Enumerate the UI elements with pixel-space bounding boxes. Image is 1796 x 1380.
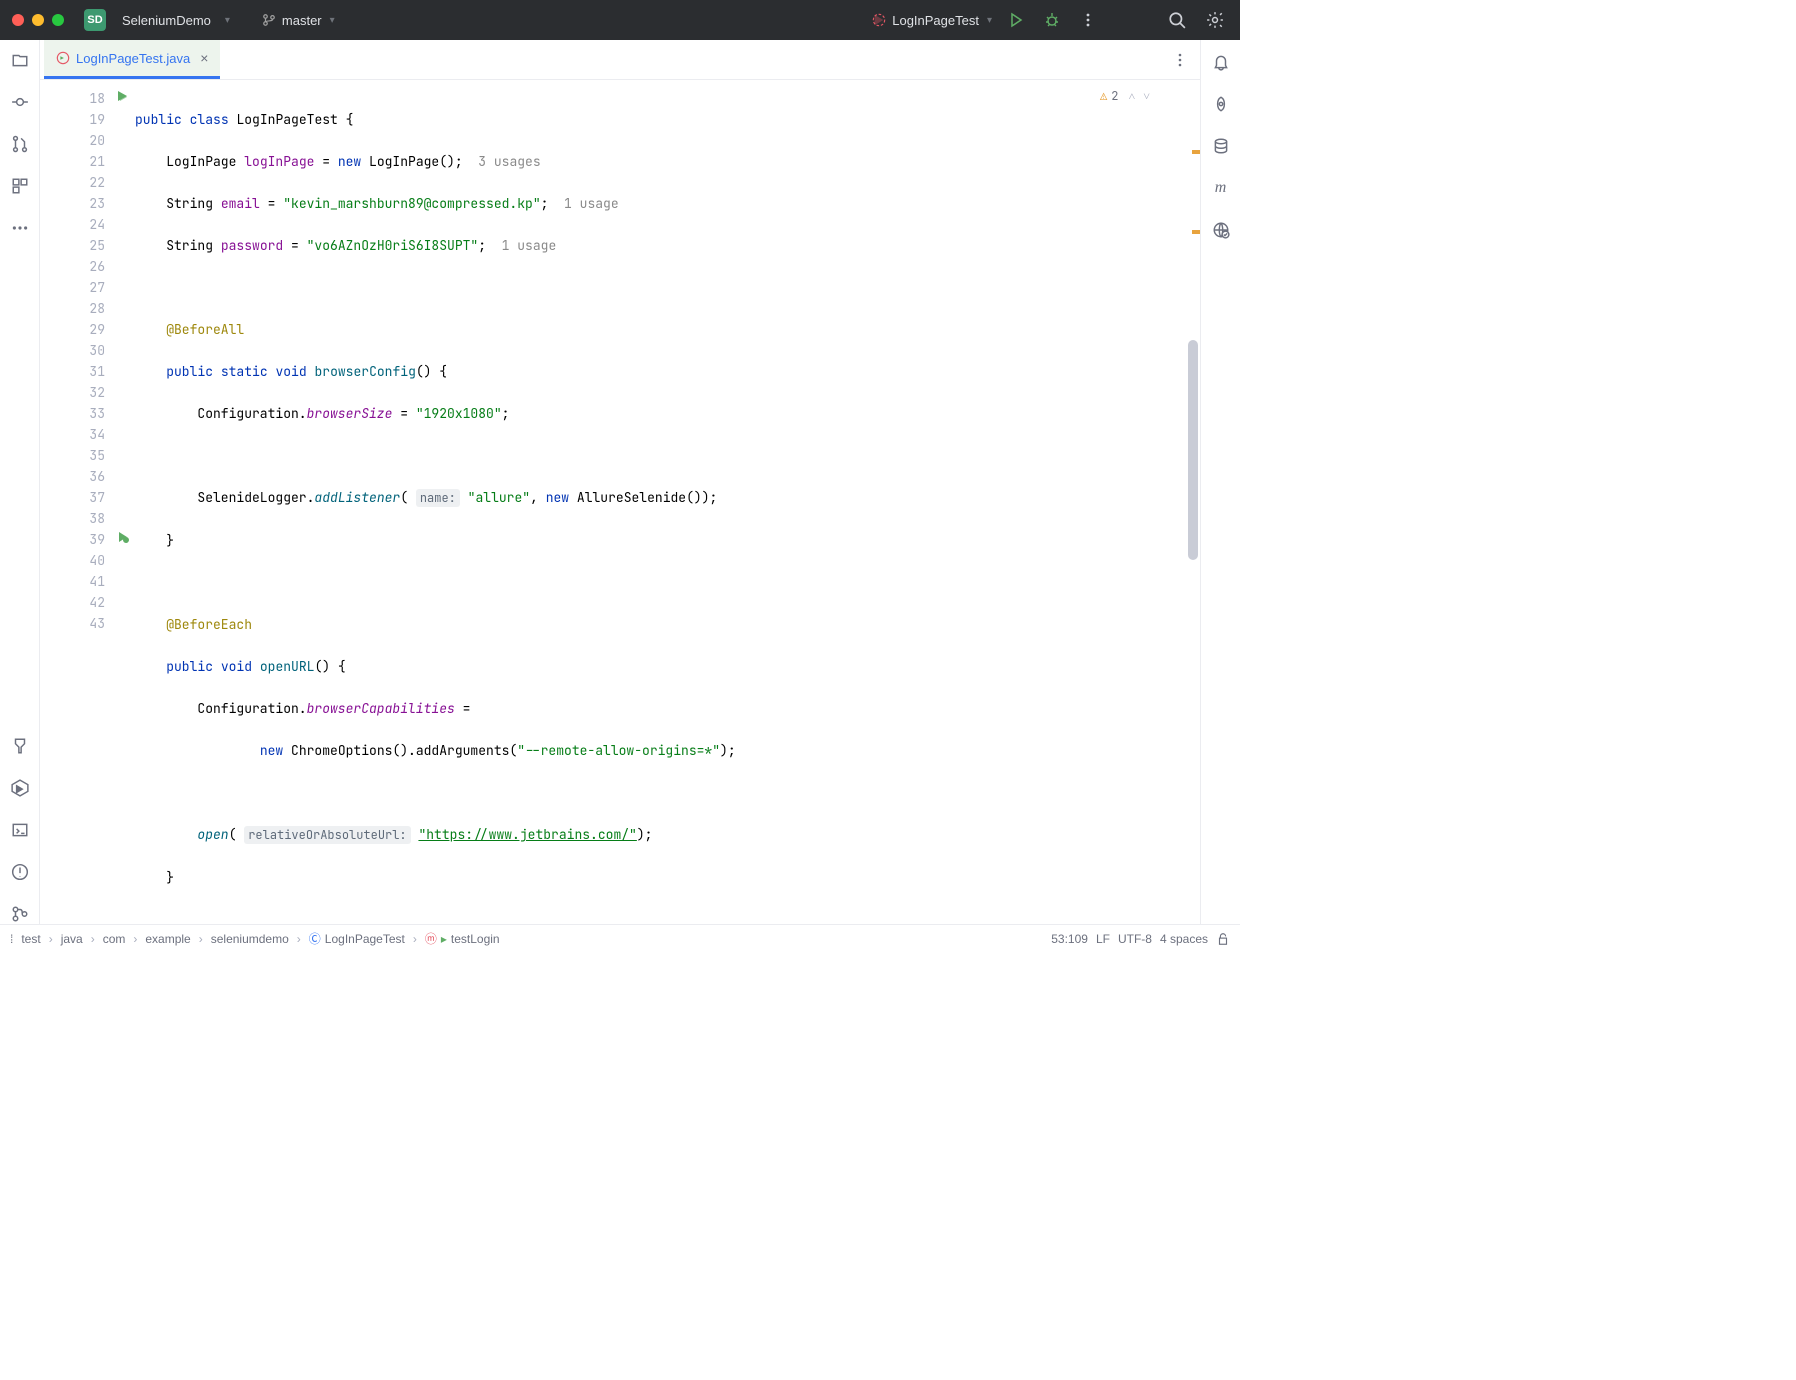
search-icon[interactable]	[1164, 7, 1190, 33]
breadcrumb-item[interactable]: ⓜ ▸ testLogin	[425, 930, 500, 947]
caret-position[interactable]: 53:109	[1051, 932, 1088, 946]
project-badge: SD	[84, 9, 106, 31]
editor-column: LogInPageTest.java × 18 19 20 21 22 23 2…	[40, 40, 1200, 924]
chevron-up-icon[interactable]: ˄	[1128, 86, 1135, 107]
vertical-scrollbar[interactable]	[1188, 340, 1198, 560]
breadcrumb-item[interactable]: seleniumdemo	[211, 932, 289, 946]
run-tool-icon[interactable]	[10, 778, 30, 798]
java-test-file-icon	[56, 51, 70, 65]
notifications-icon[interactable]	[1211, 52, 1231, 72]
breadcrumb-item[interactable]: example	[145, 932, 190, 946]
left-tool-rail	[0, 40, 40, 924]
database-icon[interactable]	[1211, 136, 1231, 156]
editor[interactable]: 18 19 20 21 22 23 24 25 26 27 28 29 30 3…	[40, 80, 1200, 924]
problems-tool-icon[interactable]	[10, 862, 30, 882]
warning-marker[interactable]	[1192, 230, 1200, 234]
tab-loginpagetest[interactable]: LogInPageTest.java ×	[44, 40, 220, 79]
terminal-tool-icon[interactable]	[10, 820, 30, 840]
run-config-name: LogInPageTest	[892, 13, 979, 28]
close-window[interactable]	[12, 14, 24, 26]
method-icon: ⓜ	[425, 930, 437, 947]
editor-tabs: LogInPageTest.java ×	[40, 40, 1200, 80]
readonly-lock-icon[interactable]	[1216, 932, 1230, 946]
tab-filename: LogInPageTest.java	[76, 51, 190, 66]
breadcrumb-toggle-icon[interactable]: ⁞	[10, 932, 13, 946]
settings-icon[interactable]	[1202, 7, 1228, 33]
branch-icon	[262, 13, 276, 27]
vcs-tool-icon[interactable]	[10, 904, 30, 924]
tab-more-icon[interactable]	[1172, 52, 1188, 68]
inspection-summary[interactable]: ⚠ 2 ˄ ˅	[1100, 86, 1150, 107]
warning-icon: ⚠	[1100, 86, 1107, 107]
run-class-gutter-icon[interactable]	[117, 90, 129, 102]
status-bar: ⁞ test› java› com› example› seleniumdemo…	[0, 924, 1240, 952]
debug-button[interactable]	[1040, 8, 1064, 32]
more-tools-icon[interactable]	[10, 218, 30, 238]
code-area[interactable]: public class LogInPageTest { LogInPage l…	[135, 80, 1200, 924]
titlebar: SD SeleniumDemo ▾ master ▾ LogInPageTest…	[0, 0, 1240, 40]
maximize-window[interactable]	[52, 14, 64, 26]
run-configuration[interactable]: LogInPageTest ▾	[872, 13, 992, 28]
breadcrumb-item[interactable]: Ⓒ LogInPageTest	[309, 930, 405, 947]
branch-name: master	[282, 13, 322, 28]
indent-setting[interactable]: 4 spaces	[1160, 932, 1208, 946]
tab-close-icon[interactable]: ×	[200, 50, 208, 66]
right-tool-rail: m	[1200, 40, 1240, 924]
warning-count: 2	[1111, 86, 1118, 107]
maven-icon[interactable]: m	[1211, 178, 1231, 198]
minimize-window[interactable]	[32, 14, 44, 26]
test-run-icon: ▸	[441, 932, 447, 946]
run-test-gutter-icon[interactable]	[117, 531, 129, 543]
run-button[interactable]	[1004, 8, 1028, 32]
line-separator[interactable]: LF	[1096, 932, 1110, 946]
vcs-branch[interactable]: master ▾	[262, 13, 335, 28]
structure-tool-icon[interactable]	[10, 176, 30, 196]
class-icon: Ⓒ	[309, 930, 321, 947]
ai-assistant-icon[interactable]	[1211, 94, 1231, 114]
warning-marker[interactable]	[1192, 150, 1200, 154]
commit-tool-icon[interactable]	[10, 92, 30, 112]
run-config-icon	[872, 13, 886, 27]
project-name[interactable]: SeleniumDemo	[122, 13, 211, 28]
chevron-down-icon[interactable]: ▾	[225, 15, 230, 26]
project-tool-icon[interactable]	[10, 50, 30, 70]
chevron-down-icon[interactable]: ˅	[1143, 86, 1150, 107]
window-controls	[12, 14, 64, 26]
chevron-down-icon[interactable]: ▾	[987, 15, 992, 26]
main-area: LogInPageTest.java × 18 19 20 21 22 23 2…	[0, 40, 1240, 924]
chevron-down-icon[interactable]: ▾	[330, 15, 335, 26]
breadcrumb-item[interactable]: com	[103, 932, 126, 946]
file-encoding[interactable]: UTF-8	[1118, 932, 1152, 946]
build-tool-icon[interactable]	[10, 736, 30, 756]
breadcrumb-item[interactable]: java	[61, 932, 83, 946]
pull-requests-icon[interactable]	[10, 134, 30, 154]
coverage-icon[interactable]	[1211, 220, 1231, 240]
line-gutter: 18 19 20 21 22 23 24 25 26 27 28 29 30 3…	[40, 80, 135, 924]
breadcrumb-item[interactable]: test	[21, 932, 40, 946]
more-actions-icon[interactable]	[1076, 8, 1100, 32]
